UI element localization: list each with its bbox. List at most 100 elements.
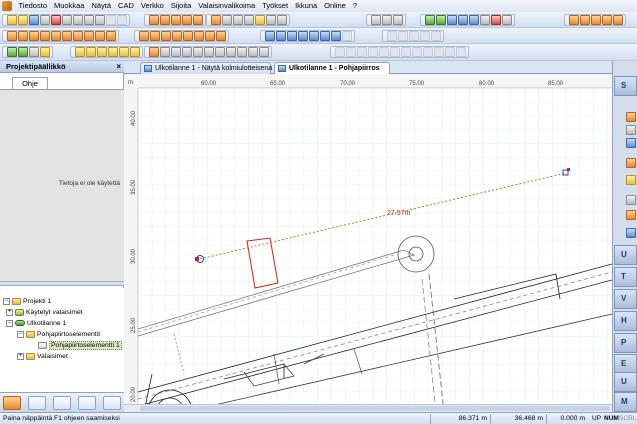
palette-tool-icon[interactable]: [626, 138, 636, 148]
arrange-circle-icon[interactable]: [172, 31, 182, 41]
align-middle-icon[interactable]: [379, 47, 389, 57]
palette-button[interactable]: M: [614, 392, 637, 412]
insert-street-icon[interactable]: [29, 31, 39, 41]
floorplan-canvas[interactable]: m 60.00 65.00 70.00 75.00 80.00 85.00 40…: [124, 74, 612, 412]
draw-arc-icon[interactable]: [237, 47, 247, 57]
insert-wall-icon[interactable]: [51, 31, 61, 41]
print-preview-icon[interactable]: [62, 15, 72, 25]
tab-help[interactable]: Ohje: [12, 77, 48, 89]
menu-insert[interactable]: Sijoita: [167, 0, 194, 12]
move-icon[interactable]: [7, 47, 17, 57]
extra-1-icon[interactable]: [387, 31, 397, 41]
app-icon[interactable]: [2, 1, 12, 11]
insert-exterior-icon[interactable]: [18, 31, 28, 41]
extra-5-icon[interactable]: [431, 31, 441, 41]
menu-window[interactable]: Ikkuna: [292, 0, 321, 12]
palette-tool-icon[interactable]: [626, 195, 636, 205]
control-group-icon[interactable]: [591, 15, 601, 25]
collapse-icon[interactable]: −: [6, 319, 13, 327]
align-icon[interactable]: [216, 31, 226, 41]
palette-tool-icon[interactable]: [626, 112, 636, 122]
folder-icon[interactable]: [40, 47, 50, 57]
hatch-icon[interactable]: [248, 47, 258, 57]
luminaires-view-button[interactable]: [77, 395, 96, 410]
insert-floor-icon[interactable]: [40, 31, 50, 41]
arrow-icon[interactable]: [29, 47, 39, 57]
redo-icon[interactable]: [117, 15, 127, 25]
measure-icon[interactable]: [193, 47, 203, 57]
tree-item-project[interactable]: − Projekti 1: [3, 296, 51, 306]
arrange-free-icon[interactable]: [194, 31, 204, 41]
insert-column-icon[interactable]: [62, 31, 72, 41]
palette-button[interactable]: V: [614, 289, 637, 309]
open-folder-icon[interactable]: [18, 15, 28, 25]
flag-icon[interactable]: [569, 15, 579, 25]
save-icon[interactable]: [29, 15, 39, 25]
objects-view-button[interactable]: [28, 395, 47, 410]
shape-arc-icon[interactable]: [119, 47, 129, 57]
palette-button[interactable]: E: [614, 354, 637, 374]
insert-object-icon[interactable]: [95, 31, 105, 41]
stop-icon[interactable]: [491, 15, 501, 25]
align-right-icon[interactable]: [357, 47, 367, 57]
tab-3d-view[interactable]: Ulkotilanne 1 - Näytä kolmiulotteisena: [140, 62, 272, 74]
dimension-icon[interactable]: [160, 47, 170, 57]
calculation-icon[interactable]: [425, 15, 435, 25]
output-view-button[interactable]: [102, 395, 121, 410]
new-file-icon[interactable]: [7, 15, 17, 25]
align-top-icon[interactable]: [368, 47, 378, 57]
light-scene-icon[interactable]: [580, 15, 590, 25]
palette-scroll-down-icon[interactable]: [626, 228, 636, 238]
arrange-single-icon[interactable]: [139, 31, 149, 41]
top-view-icon[interactable]: [276, 31, 286, 41]
luminaire-field-icon[interactable]: [160, 15, 170, 25]
collapse-icon[interactable]: −: [3, 297, 10, 305]
copy-icon[interactable]: [84, 15, 94, 25]
luminaire-single-icon[interactable]: [193, 15, 203, 25]
expand-icon[interactable]: +: [6, 308, 13, 316]
menu-online[interactable]: Online: [321, 0, 350, 12]
menu-network[interactable]: Verkko: [137, 0, 167, 12]
select-pointer-icon[interactable]: [211, 15, 221, 25]
luminaire-circle-icon[interactable]: [182, 15, 192, 25]
shape-circle-icon[interactable]: [97, 47, 107, 57]
colors-view-button[interactable]: [52, 395, 71, 410]
camera-icon[interactable]: [480, 15, 490, 25]
calc-settings-icon[interactable]: [436, 15, 446, 25]
paste-icon[interactable]: [95, 15, 105, 25]
textured-icon[interactable]: [331, 31, 341, 41]
luminaire-line-icon[interactable]: [171, 15, 181, 25]
aim-icon[interactable]: [205, 31, 215, 41]
tile-icon[interactable]: [382, 15, 392, 25]
front-view-icon[interactable]: [265, 31, 275, 41]
arrange-street-icon[interactable]: [183, 31, 193, 41]
expand-icon[interactable]: +: [17, 352, 24, 360]
split-icon[interactable]: [393, 15, 403, 25]
ortho-icon[interactable]: [171, 47, 181, 57]
draw-curve-icon[interactable]: [226, 47, 236, 57]
snap-icon[interactable]: [182, 47, 192, 57]
scale-icon[interactable]: [445, 47, 455, 57]
palette-tool-icon[interactable]: [626, 175, 636, 185]
extra-2-icon[interactable]: [398, 31, 408, 41]
luminaire-icon[interactable]: [149, 15, 159, 25]
extra-3-icon[interactable]: [409, 31, 419, 41]
arrange-field-icon[interactable]: [150, 31, 160, 41]
cube-view-icon[interactable]: [298, 31, 308, 41]
undo-icon[interactable]: [106, 15, 116, 25]
print-icon[interactable]: [40, 15, 50, 25]
raytrace-icon[interactable]: [458, 15, 468, 25]
wireframe-icon[interactable]: [309, 31, 319, 41]
insert-calc-surface-icon[interactable]: [106, 31, 116, 41]
shape-rectangle-icon[interactable]: [86, 47, 96, 57]
cut-icon[interactable]: [73, 15, 83, 25]
distribute-v-icon[interactable]: [412, 47, 422, 57]
distribute-h-icon[interactable]: [401, 47, 411, 57]
side-view-icon[interactable]: [287, 31, 297, 41]
menu-luminaire-selection[interactable]: Valaisinvalikoima: [195, 0, 259, 12]
tree-item-used-luminaires[interactable]: + Käytetyt valaisimet: [6, 307, 83, 317]
zoom-previous-icon[interactable]: [277, 15, 287, 25]
palette-tool-icon[interactable]: [626, 210, 636, 220]
shape-ellipse-icon[interactable]: [108, 47, 118, 57]
draw-polyline-icon[interactable]: [215, 47, 225, 57]
